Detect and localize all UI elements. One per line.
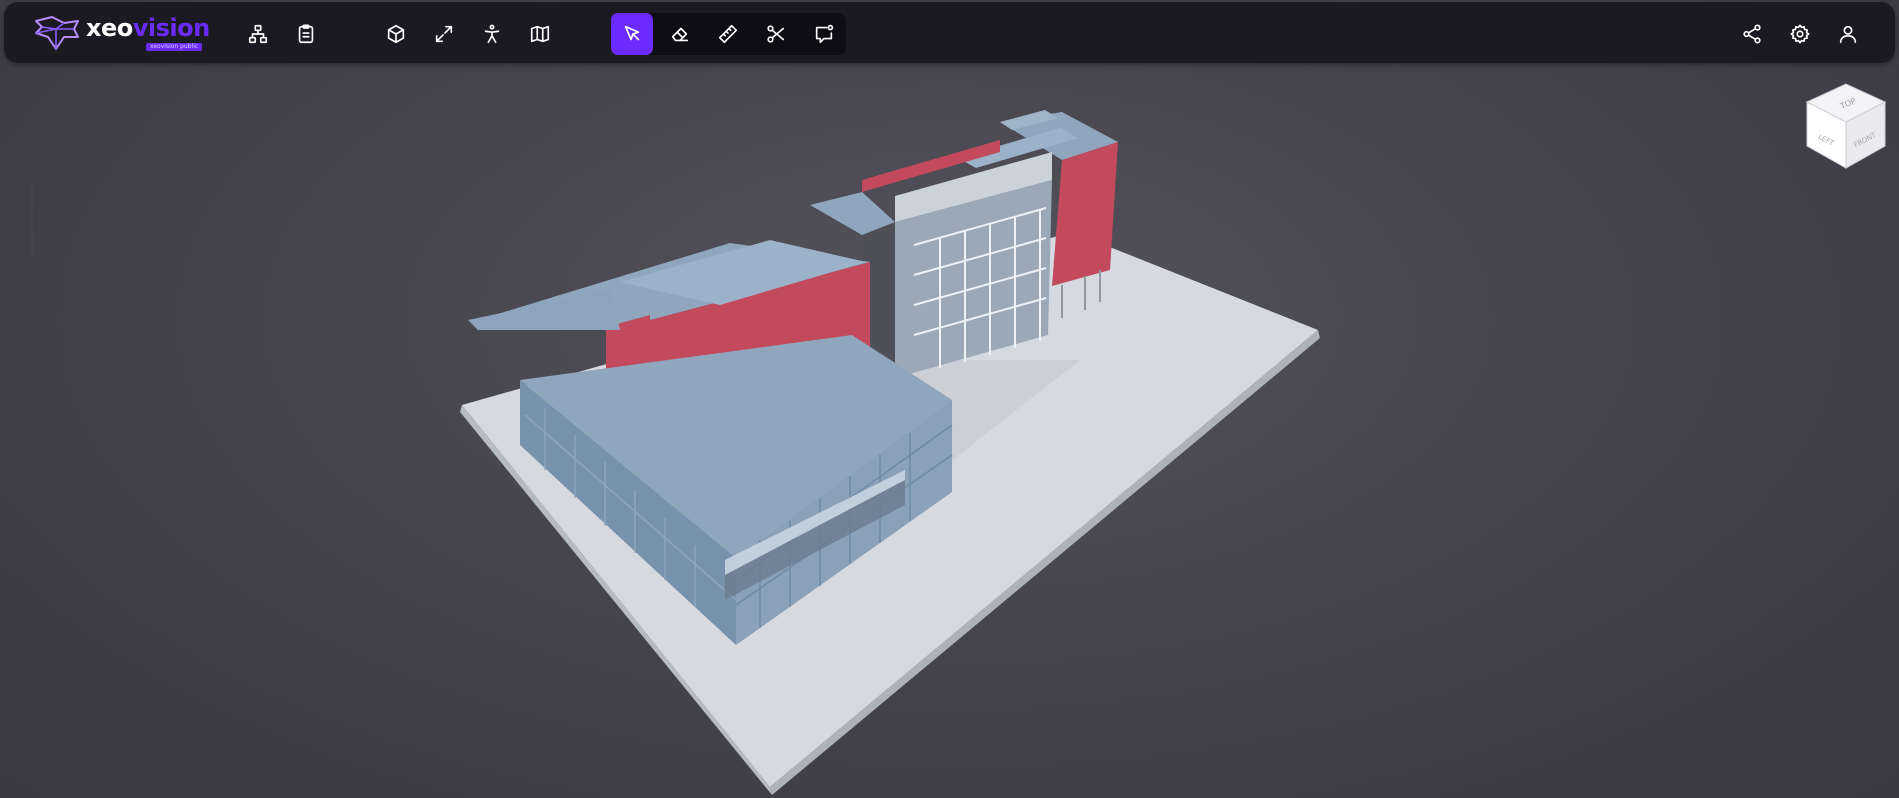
comment-icon [815, 24, 834, 44]
navigation-cube[interactable]: TOP LEFT FRONT [1801, 80, 1891, 172]
user-button[interactable] [1828, 14, 1868, 54]
tree-view-button[interactable] [238, 14, 278, 54]
logo-icon [35, 16, 79, 50]
section-tool-button[interactable] [756, 14, 796, 54]
logo-text-vision: vision [132, 14, 210, 42]
scissors-icon [767, 25, 785, 43]
map-icon [530, 25, 550, 43]
share-button[interactable] [1732, 14, 1772, 54]
share-icon [1743, 24, 1761, 44]
settings-button[interactable] [1780, 14, 1820, 54]
logo-text-xeo: xeo [86, 14, 133, 42]
measure-tool-button[interactable] [708, 14, 748, 54]
select-tool-button[interactable] [611, 13, 653, 55]
fit-view-button[interactable] [424, 14, 464, 54]
properties-button[interactable] [286, 14, 326, 54]
top-toolbar: xeovision xeovision public [4, 2, 1895, 63]
ruler-icon [718, 24, 738, 44]
gear-icon [1790, 24, 1810, 44]
first-person-button[interactable] [472, 14, 512, 54]
app-logo: xeovision xeovision public [34, 16, 210, 56]
plan-view-button[interactable] [520, 14, 560, 54]
3d-viewport[interactable] [0, 63, 1899, 798]
hierarchy-icon [248, 24, 268, 44]
logo-wordmark: xeovision xeovision public [86, 14, 210, 51]
cube-icon [387, 24, 405, 44]
annotate-tool-button[interactable] [804, 14, 844, 54]
expand-icon [435, 25, 453, 43]
person-icon [484, 24, 500, 44]
logo-badge: xeovision public [146, 43, 203, 51]
eraser-icon [671, 27, 689, 42]
cursor-icon [624, 25, 640, 41]
user-icon [1839, 25, 1857, 44]
3d-view-button[interactable] [376, 14, 416, 54]
hide-tool-button[interactable] [660, 14, 700, 54]
clipboard-icon [298, 24, 314, 44]
